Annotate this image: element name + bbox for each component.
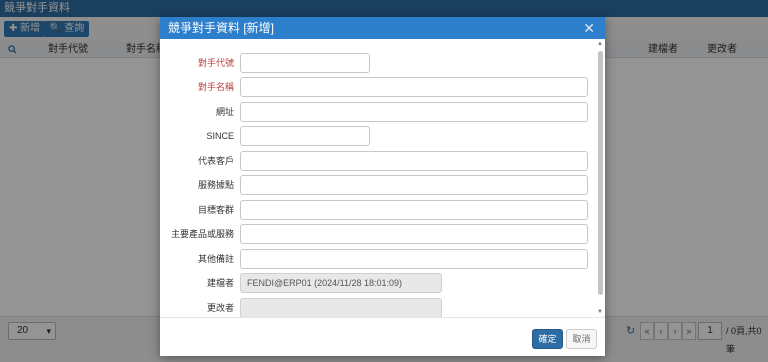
field-row-product: 主要產品或服務 (160, 224, 590, 244)
confirm-button[interactable]: 確定 (532, 329, 563, 349)
note-input[interactable] (240, 249, 588, 269)
code-label: 對手代號 (197, 58, 234, 68)
url-input[interactable] (240, 102, 588, 122)
product-input[interactable] (240, 224, 588, 244)
since-label: SINCE (206, 131, 234, 141)
field-row-note: 其他備註 (160, 249, 590, 269)
service-label: 服務據點 (197, 180, 234, 190)
scrollbar-thumb[interactable] (598, 51, 603, 295)
field-row-since: SINCE (160, 126, 590, 146)
name-input[interactable] (240, 77, 588, 97)
product-label: 主要產品或服務 (170, 229, 234, 239)
field-row-creator: 建檔者 FENDI@ERP01 (2024/11/28 18:01:09) (160, 273, 590, 293)
target-input[interactable] (240, 200, 588, 220)
field-row-url: 網址 (160, 102, 590, 122)
modal-title: 競爭對手資料 [新增] (168, 21, 275, 35)
scroll-up-icon[interactable]: ▲ (597, 41, 603, 47)
field-row-target: 目標客群 (160, 200, 590, 220)
close-icon[interactable]: ✕ (583, 17, 595, 39)
modal-header: 競爭對手資料 [新增] ✕ (160, 17, 605, 39)
field-row-name: 對手名稱 (160, 77, 590, 97)
cancel-button[interactable]: 取消 (566, 329, 597, 349)
competitor-modal: 競爭對手資料 [新增] ✕ 對手代號 對手名稱 網址 SINCE 代表客戶 服務… (160, 17, 605, 356)
modifier-label: 更改者 (206, 303, 234, 313)
scroll-down-icon[interactable]: ▼ (597, 309, 603, 315)
url-label: 網址 (215, 107, 234, 117)
modal-body: 對手代號 對手名稱 網址 SINCE 代表客戶 服務據點 目標客群 主要產品或服… (160, 39, 605, 317)
creator-field: FENDI@ERP01 (2024/11/28 18:01:09) (240, 273, 442, 293)
agent-label: 代表客戶 (197, 156, 234, 166)
field-row-service: 服務據點 (160, 175, 590, 195)
name-label: 對手名稱 (197, 82, 234, 92)
code-input[interactable] (240, 53, 370, 73)
note-label: 其他備註 (197, 254, 234, 264)
modal-footer: 確定 取消 (160, 317, 605, 356)
field-row-code: 對手代號 (160, 53, 590, 73)
modal-scrollbar[interactable]: ▲ ▼ (597, 39, 605, 317)
service-input[interactable] (240, 175, 588, 195)
field-row-agent: 代表客戶 (160, 151, 590, 171)
modifier-field (240, 298, 442, 317)
agent-input[interactable] (240, 151, 588, 171)
field-row-modifier: 更改者 (160, 298, 590, 317)
since-input[interactable] (240, 126, 370, 146)
creator-label: 建檔者 (206, 278, 234, 288)
target-label: 目標客群 (197, 205, 234, 215)
